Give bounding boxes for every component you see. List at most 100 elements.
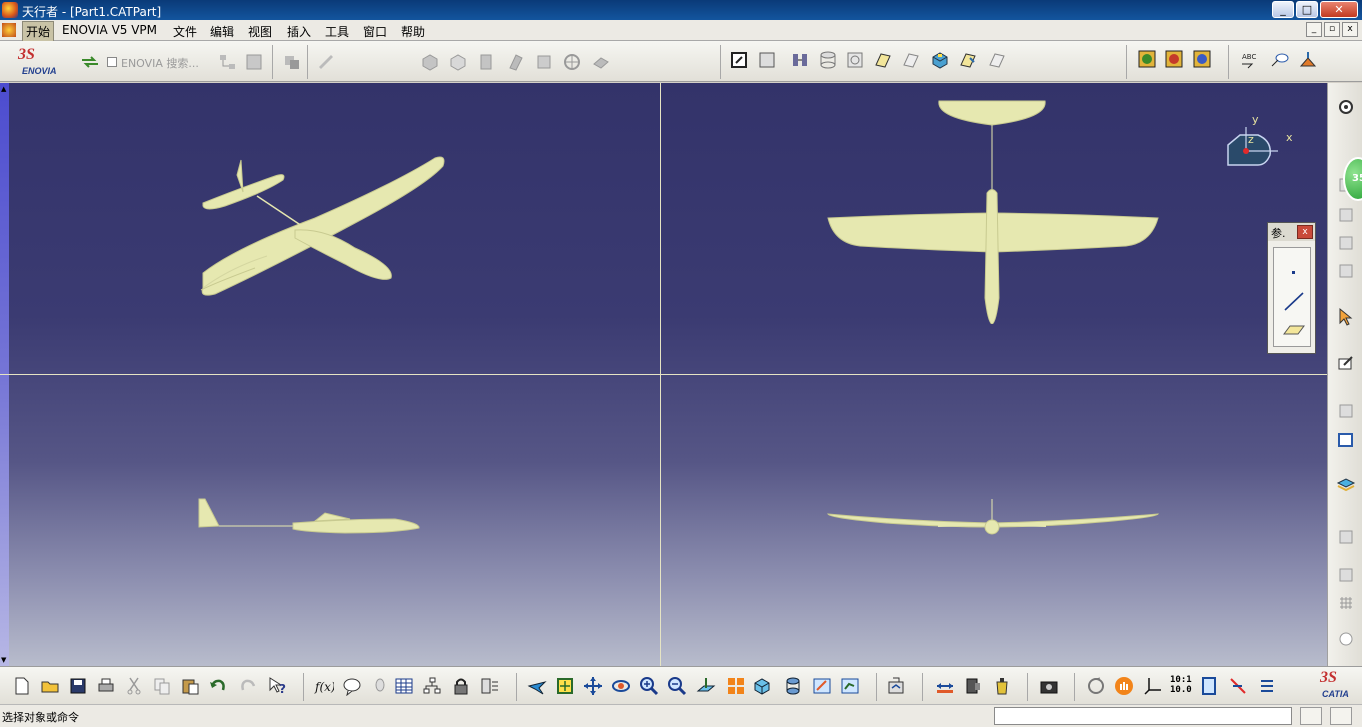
scroll-down-arrow[interactable]: ▼ — [1, 656, 6, 664]
formula-icon[interactable]: f(x) — [314, 676, 334, 696]
pattern-icon[interactable] — [1336, 527, 1356, 547]
doc-restore-button[interactable]: ▫ — [1324, 22, 1340, 37]
hand-tool-icon[interactable] — [1114, 676, 1134, 696]
catalog-icon[interactable] — [1137, 49, 1157, 69]
gear-icon[interactable] — [1336, 97, 1356, 117]
flag-note-icon[interactable] — [1270, 50, 1290, 70]
multi-view-icon[interactable] — [726, 676, 746, 696]
panel-close-button[interactable]: x — [1297, 225, 1313, 239]
comment-icon[interactable] — [342, 676, 362, 696]
enovia-logo[interactable]: 3S ENOVIA — [18, 46, 64, 78]
positioned-sketch-icon[interactable] — [757, 50, 777, 70]
enovia-save-icon[interactable] — [244, 52, 264, 72]
shell-icon[interactable] — [987, 50, 1007, 70]
scroll-up-arrow[interactable]: ▲ — [1, 85, 6, 93]
iso-view-icon[interactable] — [752, 676, 772, 696]
enovia-connect-icon[interactable] — [80, 52, 100, 72]
cut-icon[interactable] — [124, 676, 144, 696]
refresh-icon[interactable] — [1086, 676, 1106, 696]
swap-space-icon[interactable] — [840, 676, 860, 696]
glider-front-view[interactable] — [826, 496, 1160, 540]
doc-minimize-button[interactable]: _ — [1306, 22, 1322, 37]
thickness-icon[interactable] — [901, 50, 921, 70]
table-icon[interactable] — [394, 676, 414, 696]
rotate-icon[interactable] — [611, 676, 631, 696]
status-button-1[interactable] — [1300, 707, 1322, 725]
doc-close-button[interactable]: x — [1342, 22, 1358, 37]
measure-item-icon[interactable] — [963, 676, 983, 696]
scale-ratio-icon[interactable]: 10:1 10.0 — [1170, 675, 1192, 697]
mirror-icon[interactable] — [1336, 565, 1356, 585]
list-icon[interactable] — [1256, 676, 1276, 696]
measure-between-icon[interactable] — [935, 676, 955, 696]
constraint-disabled-icon[interactable] — [1336, 205, 1356, 225]
menu-file[interactable]: 文件 — [170, 23, 200, 40]
align-icon[interactable] — [1336, 261, 1356, 281]
hide-show-icon[interactable] — [812, 676, 832, 696]
point-icon[interactable] — [1282, 262, 1306, 282]
measure-inertia-icon[interactable] — [992, 676, 1012, 696]
status-button-2[interactable] — [1330, 707, 1352, 725]
stiffener-icon[interactable] — [534, 52, 554, 72]
box-icon[interactable] — [845, 50, 865, 70]
catia-menu-icon[interactable] — [2, 23, 16, 37]
paste-icon[interactable] — [180, 676, 200, 696]
3d-annotation-icon[interactable] — [1298, 50, 1318, 70]
menu-edit[interactable]: 编辑 — [207, 23, 237, 40]
shading-icon[interactable] — [783, 676, 803, 696]
apply-material-icon[interactable] — [1164, 49, 1184, 69]
glider-isometric-view[interactable] — [195, 148, 455, 298]
menu-start[interactable]: 开始 — [22, 21, 55, 42]
command-input[interactable] — [994, 707, 1292, 725]
light-icon[interactable] — [370, 676, 390, 696]
boundary-icon[interactable] — [1199, 676, 1219, 696]
select-arrow-icon[interactable] — [1336, 307, 1356, 327]
pad-icon[interactable] — [420, 52, 440, 72]
app-icon[interactable] — [2, 2, 18, 18]
normal-view-icon[interactable] — [696, 676, 716, 696]
grid-icon[interactable] — [1336, 593, 1356, 613]
parameters-icon[interactable] — [480, 676, 500, 696]
point-constraint-icon[interactable] — [1336, 629, 1356, 649]
maximize-button[interactable]: □ — [1296, 1, 1318, 18]
camera-icon[interactable] — [1039, 676, 1059, 696]
enovia-tree-icon[interactable] — [218, 52, 238, 72]
geometry-viewport[interactable]: ▲ ▼ y x z — [0, 83, 1327, 666]
capture-icon[interactable] — [886, 676, 906, 696]
open-folder-icon[interactable] — [40, 676, 60, 696]
plane-icon[interactable] — [1282, 320, 1306, 340]
rib-icon[interactable] — [476, 52, 496, 72]
sketch-tool-icon[interactable] — [1336, 353, 1356, 373]
cylinder-icon[interactable] — [818, 50, 838, 70]
sketcher-icon[interactable] — [729, 50, 749, 70]
lock-icon[interactable] — [451, 676, 471, 696]
redo-icon[interactable] — [238, 676, 258, 696]
menu-enovia[interactable]: ENOVIA V5 VPM — [59, 23, 160, 37]
menu-view[interactable]: 视图 — [245, 23, 275, 40]
sketch-disabled-icon[interactable] — [316, 52, 336, 72]
catia-logo[interactable]: 3S CATIA — [1318, 669, 1358, 701]
hole-icon[interactable] — [562, 52, 582, 72]
menu-help[interactable]: 帮助 — [398, 23, 428, 40]
fit-all-icon[interactable] — [555, 676, 575, 696]
enovia-search-checkbox[interactable] — [107, 57, 117, 67]
undo-icon[interactable] — [208, 676, 228, 696]
menu-window[interactable]: 窗口 — [360, 23, 390, 40]
menu-insert[interactable]: 插入 — [284, 23, 314, 40]
help-icon[interactable]: ? — [268, 676, 288, 696]
save-icon[interactable] — [68, 676, 88, 696]
frame-icon[interactable] — [1336, 429, 1356, 449]
close-button[interactable]: ✕ — [1320, 1, 1358, 18]
measure-icon[interactable] — [790, 50, 810, 70]
part-body-icon[interactable] — [930, 50, 950, 70]
layers-icon[interactable] — [1336, 473, 1356, 493]
zoom-out-icon[interactable] — [667, 676, 687, 696]
glider-side-view[interactable] — [195, 493, 425, 543]
section-icon[interactable] — [1336, 401, 1356, 421]
axis-system-icon[interactable] — [1143, 676, 1163, 696]
enovia-search-label[interactable]: ENOVIA 搜索... — [121, 55, 199, 71]
line-icon[interactable] — [1282, 290, 1306, 312]
surface-icon[interactable] — [873, 50, 893, 70]
glider-top-view[interactable] — [826, 98, 1160, 324]
render-icon[interactable] — [1192, 49, 1212, 69]
